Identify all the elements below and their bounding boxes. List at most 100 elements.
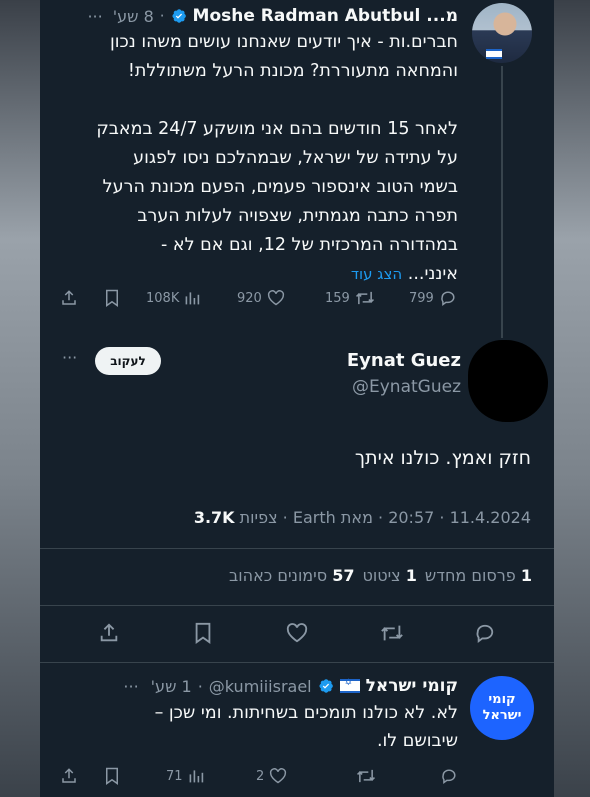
- tweet2-meta-dot: ·: [277, 508, 288, 527]
- like-button[interactable]: [286, 623, 308, 643]
- reply-icon: [440, 768, 458, 784]
- views-count: 108K: [146, 290, 180, 306]
- tweet2-handle[interactable]: @EynatGuez: [352, 377, 461, 397]
- tweet3-display-name[interactable]: קומי ישראל: [366, 676, 458, 696]
- avatar-text: ישראל: [482, 708, 522, 723]
- heart-icon: [286, 623, 308, 643]
- bookmark-icon: [104, 289, 120, 307]
- tweet1-last-text: אינני...: [407, 264, 458, 284]
- twitter-thread: Moshe Radman Abutbul ...מ · 8 שע' ··· חב…: [40, 0, 554, 797]
- heart-icon: [269, 768, 287, 784]
- avatar-kumi-israel[interactable]: קומי ישראל: [470, 676, 534, 740]
- tweet3-body: לא. לא כולנו תומכים בשחיתות. ומי שכן – ש…: [46, 699, 458, 755]
- like-count: 920: [237, 290, 262, 306]
- reply-button[interactable]: [474, 623, 496, 643]
- tweet3-action-bar: 71 2: [60, 764, 460, 790]
- likes-label: סימונים כאהוב: [229, 566, 328, 585]
- tweet3-line: שיבושם לו.: [376, 731, 458, 751]
- background-right: [554, 0, 590, 797]
- tweet1-header: Moshe Radman Abutbul ...מ · 8 שע' ···: [48, 3, 458, 29]
- tweet2-action-bar: [98, 622, 508, 648]
- quotes-stat[interactable]: 1 ציטוט: [362, 566, 416, 585]
- tweet1-line: במהדורה המרכזית של 12, וגם אם לא -: [161, 235, 458, 255]
- divider: [40, 548, 554, 549]
- tweet1-action-bar: 108K 920 159 799: [60, 286, 460, 312]
- reposts-count: 1: [520, 566, 532, 585]
- quotes-count: 1: [405, 566, 417, 585]
- retweet-count: 159: [325, 290, 350, 306]
- tweet1-body: חברים.ות - איך יודעים שאנחנו עושים משהו …: [46, 28, 458, 289]
- share-icon: [98, 622, 120, 644]
- share-icon: [60, 289, 78, 307]
- avatar-text: קומי: [488, 692, 516, 707]
- views-button[interactable]: 108K: [146, 290, 200, 306]
- avatar-eynat-redacted[interactable]: [468, 340, 548, 422]
- reply-icon: [474, 623, 496, 643]
- follow-button[interactable]: לעקוב: [95, 347, 161, 375]
- tweet2-meta: 11.4.2024 · 20:57 · מאת Earth · צפיות 3.…: [194, 508, 531, 527]
- tweet1-display-name[interactable]: Moshe Radman Abutbul ...מ: [193, 6, 458, 26]
- share-button[interactable]: [60, 767, 78, 785]
- tweet1-line: על עתידה של ישראל, שבמהלכם ניסו לפגוע: [133, 148, 458, 168]
- bookmark-icon: [193, 622, 213, 644]
- avatar-moshe[interactable]: [472, 3, 532, 63]
- tweet1-line: תפרה כתבה מגמתית, שצפויה לעלות הערב: [137, 206, 458, 226]
- tweet3-more-button[interactable]: ···: [123, 677, 138, 696]
- tweet1-line: חברים.ות - איך יודעים שאנחנו עושים משהו …: [109, 32, 458, 52]
- tweet2-timestamp[interactable]: 11.4.2024 · 20:57 · מאת Earth: [293, 508, 531, 527]
- reposts-label: פרסום מחדש: [424, 566, 516, 585]
- tweet3-header: קומי ישראל @kumiiisrael · 1 שע' ···: [48, 673, 458, 699]
- likes-stat[interactable]: 57 סימונים כאהוב: [229, 566, 354, 585]
- divider: [40, 605, 554, 606]
- views-icon: [184, 290, 200, 306]
- reply-icon: [439, 290, 457, 306]
- quotes-label: ציטוט: [362, 566, 401, 585]
- tweet1-time[interactable]: 8 שע': [113, 7, 154, 26]
- tweet3-handle[interactable]: @kumiiisrael: [209, 677, 312, 696]
- tweet3-dot: ·: [197, 676, 203, 696]
- divider: [40, 662, 554, 663]
- like-count: 2: [256, 768, 265, 784]
- reply-count: 799: [409, 290, 434, 306]
- like-button[interactable]: 920: [237, 290, 285, 306]
- retweet-icon: [356, 768, 376, 784]
- tweet1-more-button[interactable]: ···: [87, 7, 102, 26]
- views-button[interactable]: 71: [166, 768, 204, 784]
- reposts-stat[interactable]: 1 פרסום מחדש: [425, 566, 532, 585]
- thread-line: [501, 66, 503, 338]
- reply-button[interactable]: [440, 768, 458, 784]
- tweet2-views-label: צפיות: [239, 508, 278, 527]
- background-left: [0, 0, 40, 797]
- israel-flag-icon: [339, 678, 360, 693]
- verified-badge-icon: [318, 678, 334, 694]
- bookmark-button[interactable]: [193, 622, 213, 644]
- tweet2-views-count: 3.7K: [193, 508, 235, 527]
- bookmark-button[interactable]: [104, 767, 120, 785]
- heart-icon: [267, 290, 285, 306]
- share-button[interactable]: [98, 622, 120, 644]
- likes-count: 57: [332, 566, 355, 585]
- tweet2-body: חזק ואמץ. כולנו איתך: [354, 447, 531, 469]
- share-button[interactable]: [60, 289, 78, 307]
- like-button[interactable]: 2: [256, 768, 287, 784]
- tweet1-last-line: אינני... הצג עוד: [46, 260, 458, 289]
- verified-badge-icon: [171, 8, 187, 24]
- retweet-button[interactable]: [356, 768, 376, 784]
- tweet2-more-button[interactable]: ···: [62, 348, 77, 367]
- share-icon: [60, 767, 78, 785]
- bookmark-button[interactable]: [104, 289, 120, 307]
- tweet2-display-name[interactable]: Eynat Guez: [347, 350, 461, 371]
- views-icon: [188, 768, 204, 784]
- retweet-button[interactable]: [380, 623, 404, 643]
- tweet1-line: והמחאה מתעוררת? מכונת הרעל משתוללת!: [127, 61, 458, 81]
- reply-button[interactable]: 799: [409, 290, 457, 306]
- tweet3-time[interactable]: 1 שע': [151, 677, 192, 696]
- show-more-link[interactable]: הצג עוד: [351, 265, 402, 283]
- tweet2-stats: 1 פרסום מחדש 1 ציטוט 57 סימונים כאהוב: [229, 566, 532, 585]
- tweet1-line: לאחר 15 חודשים בהם אני מושקע 24/7 במאבק: [96, 119, 458, 139]
- retweet-button[interactable]: 159: [325, 290, 375, 306]
- retweet-icon: [355, 290, 375, 306]
- tweet1-dot: ·: [159, 7, 165, 25]
- views-count: 71: [166, 768, 183, 784]
- bookmark-icon: [104, 767, 120, 785]
